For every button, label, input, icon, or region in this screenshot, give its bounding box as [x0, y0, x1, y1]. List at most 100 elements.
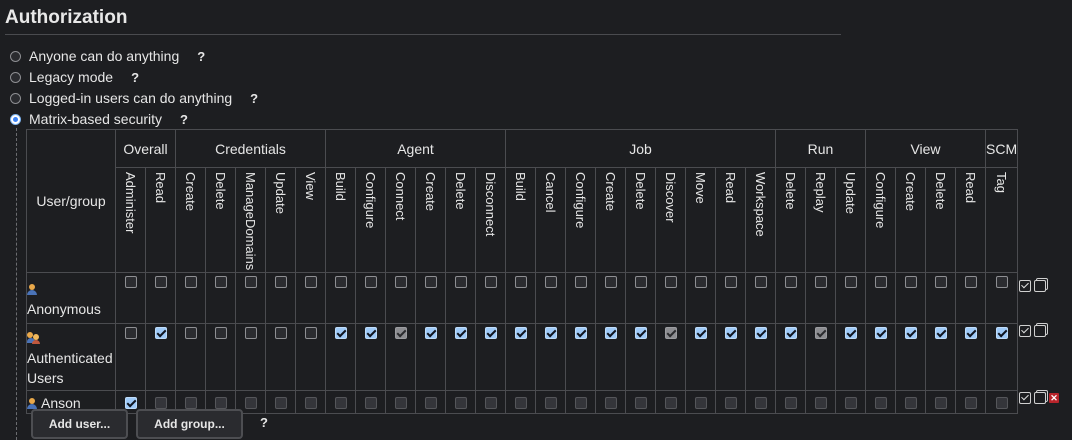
- permission-checkbox[interactable]: [364, 326, 377, 339]
- permission-checkbox[interactable]: [124, 275, 137, 288]
- permission-checkbox[interactable]: [664, 397, 677, 410]
- help-icon[interactable]: ?: [250, 91, 258, 106]
- permission-checkbox[interactable]: [634, 397, 647, 410]
- permission-checkbox[interactable]: [634, 275, 647, 288]
- permission-checkbox[interactable]: [544, 275, 557, 288]
- permission-checkbox[interactable]: [574, 326, 587, 339]
- permission-checkbox[interactable]: [484, 326, 497, 339]
- permission-checkbox[interactable]: [904, 397, 917, 410]
- permission-checkbox[interactable]: [964, 397, 977, 410]
- permission-checkbox[interactable]: [574, 397, 587, 410]
- permission-checkbox[interactable]: [274, 397, 287, 410]
- permission-checkbox[interactable]: [514, 326, 527, 339]
- permission-checkbox[interactable]: [424, 275, 437, 288]
- permission-checkbox[interactable]: [454, 326, 467, 339]
- permission-checkbox[interactable]: [574, 275, 587, 288]
- radio-button[interactable]: [10, 50, 21, 62]
- permission-checkbox[interactable]: [544, 397, 557, 410]
- permission-checkbox[interactable]: [244, 275, 257, 288]
- select-all-icon[interactable]: [1019, 280, 1031, 292]
- permission-checkbox[interactable]: [724, 275, 737, 288]
- unselect-all-icon[interactable]: [1034, 325, 1046, 337]
- permission-checkbox[interactable]: [934, 275, 947, 288]
- radio-button[interactable]: [10, 71, 21, 83]
- permission-checkbox[interactable]: [274, 326, 287, 339]
- permission-checkbox[interactable]: [814, 397, 827, 410]
- select-all-icon[interactable]: [1019, 325, 1031, 337]
- permission-checkbox[interactable]: [844, 326, 857, 339]
- permission-checkbox[interactable]: [334, 397, 347, 410]
- strategy-matrix[interactable]: Matrix-based security ?: [10, 109, 188, 129]
- permission-checkbox[interactable]: [214, 326, 227, 339]
- help-icon[interactable]: ?: [180, 112, 188, 127]
- permission-checkbox[interactable]: [214, 275, 227, 288]
- permission-checkbox[interactable]: [604, 275, 617, 288]
- permission-checkbox[interactable]: [604, 326, 617, 339]
- permission-checkbox[interactable]: [394, 275, 407, 288]
- permission-checkbox[interactable]: [124, 397, 137, 410]
- permission-checkbox[interactable]: [724, 397, 737, 410]
- permission-checkbox[interactable]: [904, 275, 917, 288]
- permission-checkbox[interactable]: [484, 275, 497, 288]
- permission-checkbox[interactable]: [694, 326, 707, 339]
- permission-checkbox[interactable]: [334, 275, 347, 288]
- permission-checkbox[interactable]: [904, 326, 917, 339]
- permission-checkbox[interactable]: [124, 326, 137, 339]
- permission-checkbox[interactable]: [664, 275, 677, 288]
- permission-checkbox[interactable]: [995, 326, 1008, 339]
- permission-checkbox[interactable]: [754, 275, 767, 288]
- remove-icon[interactable]: ✕: [1049, 393, 1059, 403]
- permission-checkbox[interactable]: [244, 397, 257, 410]
- permission-checkbox[interactable]: [304, 397, 317, 410]
- add-user-button[interactable]: Add user...: [31, 409, 128, 439]
- permission-checkbox[interactable]: [634, 326, 647, 339]
- add-group-button[interactable]: Add group...: [136, 409, 243, 439]
- permission-checkbox[interactable]: [364, 397, 377, 410]
- permission-checkbox[interactable]: [874, 326, 887, 339]
- permission-checkbox[interactable]: [544, 326, 557, 339]
- permission-checkbox[interactable]: [424, 326, 437, 339]
- permission-checkbox[interactable]: [184, 326, 197, 339]
- select-all-icon[interactable]: [1019, 392, 1031, 404]
- permission-checkbox[interactable]: [784, 326, 797, 339]
- help-icon[interactable]: ?: [260, 415, 268, 430]
- permission-checkbox[interactable]: [604, 397, 617, 410]
- permission-checkbox[interactable]: [964, 326, 977, 339]
- permission-checkbox[interactable]: [784, 275, 797, 288]
- permission-checkbox[interactable]: [844, 397, 857, 410]
- permission-checkbox[interactable]: [754, 397, 767, 410]
- permission-checkbox[interactable]: [364, 275, 377, 288]
- permission-checkbox[interactable]: [514, 397, 527, 410]
- strategy-anyone[interactable]: Anyone can do anything ?: [10, 46, 205, 66]
- permission-checkbox[interactable]: [334, 326, 347, 339]
- help-icon[interactable]: ?: [197, 49, 205, 64]
- permission-checkbox[interactable]: [154, 326, 167, 339]
- radio-button-selected[interactable]: [10, 113, 21, 125]
- permission-checkbox[interactable]: [995, 397, 1008, 410]
- permission-checkbox[interactable]: [694, 275, 707, 288]
- permission-checkbox[interactable]: [214, 397, 227, 410]
- permission-checkbox[interactable]: [424, 397, 437, 410]
- permission-checkbox[interactable]: [874, 275, 887, 288]
- permission-checkbox[interactable]: [754, 326, 767, 339]
- permission-checkbox[interactable]: [934, 326, 947, 339]
- permission-checkbox[interactable]: [784, 397, 797, 410]
- permission-checkbox[interactable]: [154, 275, 167, 288]
- unselect-all-icon[interactable]: [1034, 392, 1046, 404]
- permission-checkbox[interactable]: [874, 397, 887, 410]
- permission-checkbox[interactable]: [304, 275, 317, 288]
- permission-checkbox[interactable]: [274, 275, 287, 288]
- permission-checkbox[interactable]: [454, 275, 467, 288]
- permission-checkbox[interactable]: [184, 397, 197, 410]
- permission-checkbox[interactable]: [244, 326, 257, 339]
- permission-checkbox[interactable]: [844, 275, 857, 288]
- unselect-all-icon[interactable]: [1034, 280, 1046, 292]
- permission-checkbox[interactable]: [184, 275, 197, 288]
- help-icon[interactable]: ?: [131, 70, 139, 85]
- permission-checkbox[interactable]: [394, 397, 407, 410]
- permission-checkbox[interactable]: [484, 397, 497, 410]
- strategy-logged-in[interactable]: Logged-in users can do anything ?: [10, 88, 258, 108]
- permission-checkbox[interactable]: [934, 397, 947, 410]
- permission-checkbox[interactable]: [304, 326, 317, 339]
- permission-checkbox[interactable]: [514, 275, 527, 288]
